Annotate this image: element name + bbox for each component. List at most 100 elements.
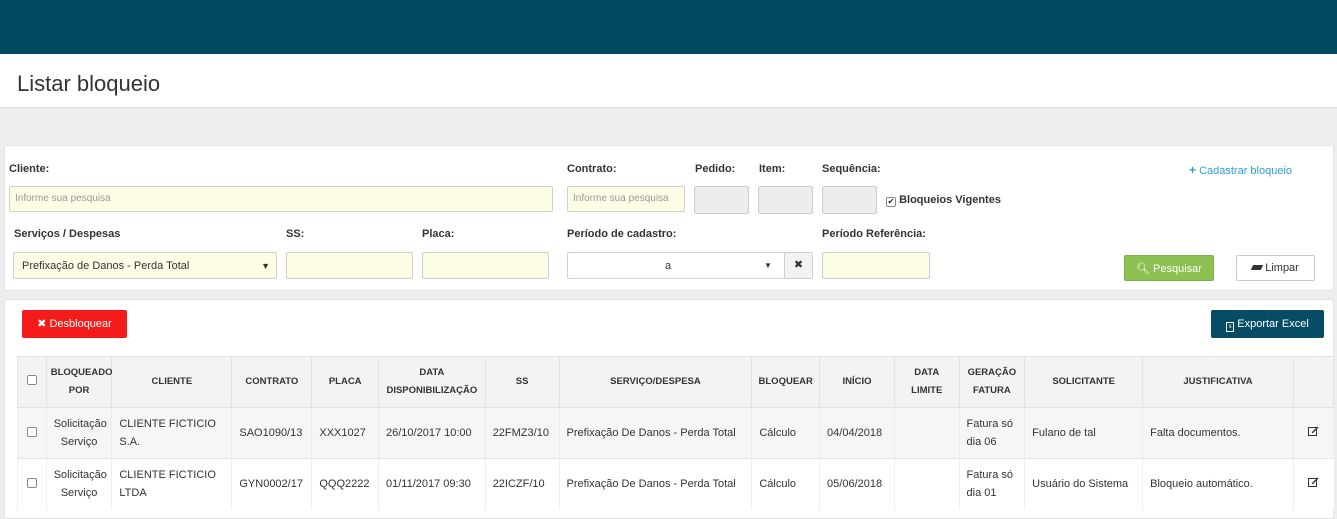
checkbox-checked-icon: ✔ (886, 197, 896, 207)
contrato-label: Contrato: (567, 163, 617, 175)
caret-down-icon[interactable]: ▼ (764, 253, 778, 279)
clear-period-icon[interactable]: ✖ (784, 253, 812, 278)
cell-bloqueado-por: Solicitação Serviço (45, 458, 112, 510)
cell-data-disponibilizacao: 26/10/2017 10:00 (378, 407, 486, 459)
unblock-button-label: Desbloquear (49, 318, 112, 330)
table-header-row: BLOQUEADO POR CLIENTE CONTRATO PLACA DATA… (17, 356, 1335, 408)
table-row: Solicitação Serviço CLIENTE FICTICIO S.A.… (17, 407, 1334, 459)
periodo-referencia-input[interactable] (822, 252, 930, 279)
col-placa: PLACA (311, 356, 380, 408)
cell-servico: Prefixação De Danos - Perda Total (558, 458, 752, 510)
col-ss: SS (484, 356, 560, 408)
ss-input[interactable] (286, 252, 413, 279)
contrato-input[interactable]: Informe sua pesquisa (567, 186, 685, 212)
col-inicio: INÍCIO (819, 356, 895, 408)
row-checkbox[interactable] (17, 407, 47, 459)
pedido-label: Pedido: (695, 163, 736, 175)
col-justificativa: JUSTIFICATIVA (1142, 356, 1294, 408)
close-icon: ✖ (37, 318, 47, 330)
blocks-table: BLOQUEADO POR CLIENTE CONTRATO PLACA DATA… (17, 356, 1335, 510)
cell-data-limite (893, 407, 960, 459)
cell-geracao-fatura: Fatura só dia 06 (958, 407, 1025, 459)
ss-label: SS: (286, 228, 305, 240)
cadastrar-bloqueio-label: Cadastrar bloqueio (1199, 165, 1293, 177)
clear-button[interactable]: Limpar (1236, 255, 1315, 281)
col-cliente: CLIENTE (111, 356, 233, 408)
title-bar: Listar bloqueio (0, 54, 1337, 108)
cell-inicio: 04/04/2018 (819, 407, 895, 459)
cliente-input[interactable]: Informe sua pesquisa (9, 186, 553, 212)
servicos-select[interactable]: Prefixação de Danos - Perda Total ▼ (13, 252, 277, 279)
periodo-cadastro-range[interactable]: a ▼ ✖ (567, 252, 813, 279)
search-icon: 🔍︎ (1136, 263, 1150, 275)
eraser-icon (1250, 265, 1264, 270)
edit-button[interactable] (1292, 458, 1334, 510)
cell-placa: XXX1027 (311, 407, 379, 459)
cell-contrato: GYN0002/17 (231, 458, 312, 510)
cell-justificativa: Bloqueio automático. (1142, 458, 1294, 510)
edit-button[interactable] (1292, 407, 1334, 459)
col-solicitante: SOLICITANTE (1024, 356, 1144, 408)
cell-cliente: CLIENTE FICTICIO LTDA (111, 458, 232, 510)
clear-button-label: Limpar (1265, 262, 1299, 274)
cell-data-limite (893, 458, 960, 510)
checkbox-icon (26, 375, 37, 385)
select-all-checkbox[interactable] (17, 356, 47, 408)
cell-ss: 22ICZF/10 (484, 458, 560, 510)
servicos-selected-value: Prefixação de Danos - Perda Total (22, 260, 190, 272)
cell-placa: QQQ2222 (311, 458, 379, 510)
col-bloqueado-por: BLOQUEADO POR (45, 356, 112, 408)
excel-file-icon: x (1226, 322, 1235, 332)
placa-label: Placa: (422, 228, 455, 240)
search-button[interactable]: 🔍︎ Pesquisar (1124, 255, 1214, 281)
cell-bloquear: Cálculo (751, 407, 820, 459)
page-title: Listar bloqueio (17, 71, 161, 96)
checkbox-icon (26, 478, 37, 489)
export-excel-button[interactable]: x Exportar Excel (1211, 310, 1324, 338)
col-geracao-fatura: GERAÇÃO FATURA (958, 356, 1026, 408)
cell-cliente: CLIENTE FICTICIO S.A. (111, 407, 232, 459)
edit-icon (1308, 475, 1319, 488)
checkbox-icon (26, 427, 37, 437)
col-actions (1292, 356, 1335, 408)
cadastrar-bloqueio-link[interactable]: + Cadastrar bloqueio (1189, 163, 1292, 177)
item-label: Item: (759, 163, 786, 175)
edit-icon (1308, 424, 1319, 436)
col-contrato: CONTRATO (231, 356, 313, 408)
row-checkbox[interactable] (17, 458, 47, 510)
bloqueios-vigentes-label: Bloqueios Vigentes (899, 194, 1001, 206)
col-bloquear: BLOQUEAR (751, 356, 821, 408)
cell-solicitante: Usuário do Sistema (1024, 458, 1143, 510)
cell-justificativa: Falta documentos. (1142, 407, 1294, 459)
placa-input[interactable] (422, 252, 549, 279)
unblock-button[interactable]: ✖ Desbloquear (22, 310, 127, 338)
table-row: Solicitação Serviço CLIENTE FICTICIO LTDA… (17, 458, 1334, 510)
periodo-referencia-label: Período Referência: (822, 228, 926, 240)
sequencia-input[interactable] (822, 186, 877, 214)
cell-ss: 22FMZ3/10 (484, 407, 560, 459)
servicos-label: Serviços / Despesas (14, 228, 121, 240)
pedido-input[interactable] (694, 186, 749, 214)
caret-down-icon: ▼ (261, 261, 270, 271)
export-button-label: Exportar Excel (1237, 318, 1309, 330)
cell-geracao-fatura: Fatura só dia 01 (958, 458, 1025, 510)
periodo-cadastro-label: Período de cadastro: (567, 228, 677, 240)
cell-servico: Prefixação De Danos - Perda Total (558, 407, 752, 459)
cell-inicio: 05/06/2018 (819, 458, 895, 510)
cell-bloqueado-por: Solicitação Serviço (45, 407, 112, 459)
cell-data-disponibilizacao: 01/11/2017 09:30 (378, 458, 486, 510)
search-button-label: Pesquisar (1153, 263, 1202, 275)
cell-bloquear: Cálculo (751, 458, 820, 510)
col-data-disponibilizacao: DATA DISPONIBILIZAÇÃO (378, 356, 486, 408)
item-input[interactable] (758, 186, 813, 214)
bloqueios-vigentes-checkbox[interactable]: ✔ Bloqueios Vigentes (886, 194, 1001, 207)
sequencia-label: Sequência: (822, 163, 881, 175)
cell-contrato: SAO1090/13 (231, 407, 312, 459)
top-navbar (0, 0, 1337, 54)
col-data-limite: DATA LIMITE (893, 356, 960, 408)
plus-icon: + (1189, 163, 1197, 177)
cell-solicitante: Fulano de tal (1024, 407, 1143, 459)
cliente-label: Cliente: (9, 163, 50, 175)
periodo-separator: a (664, 260, 672, 272)
col-servico-despesa: SERVIÇO/DESPESA (558, 356, 753, 408)
